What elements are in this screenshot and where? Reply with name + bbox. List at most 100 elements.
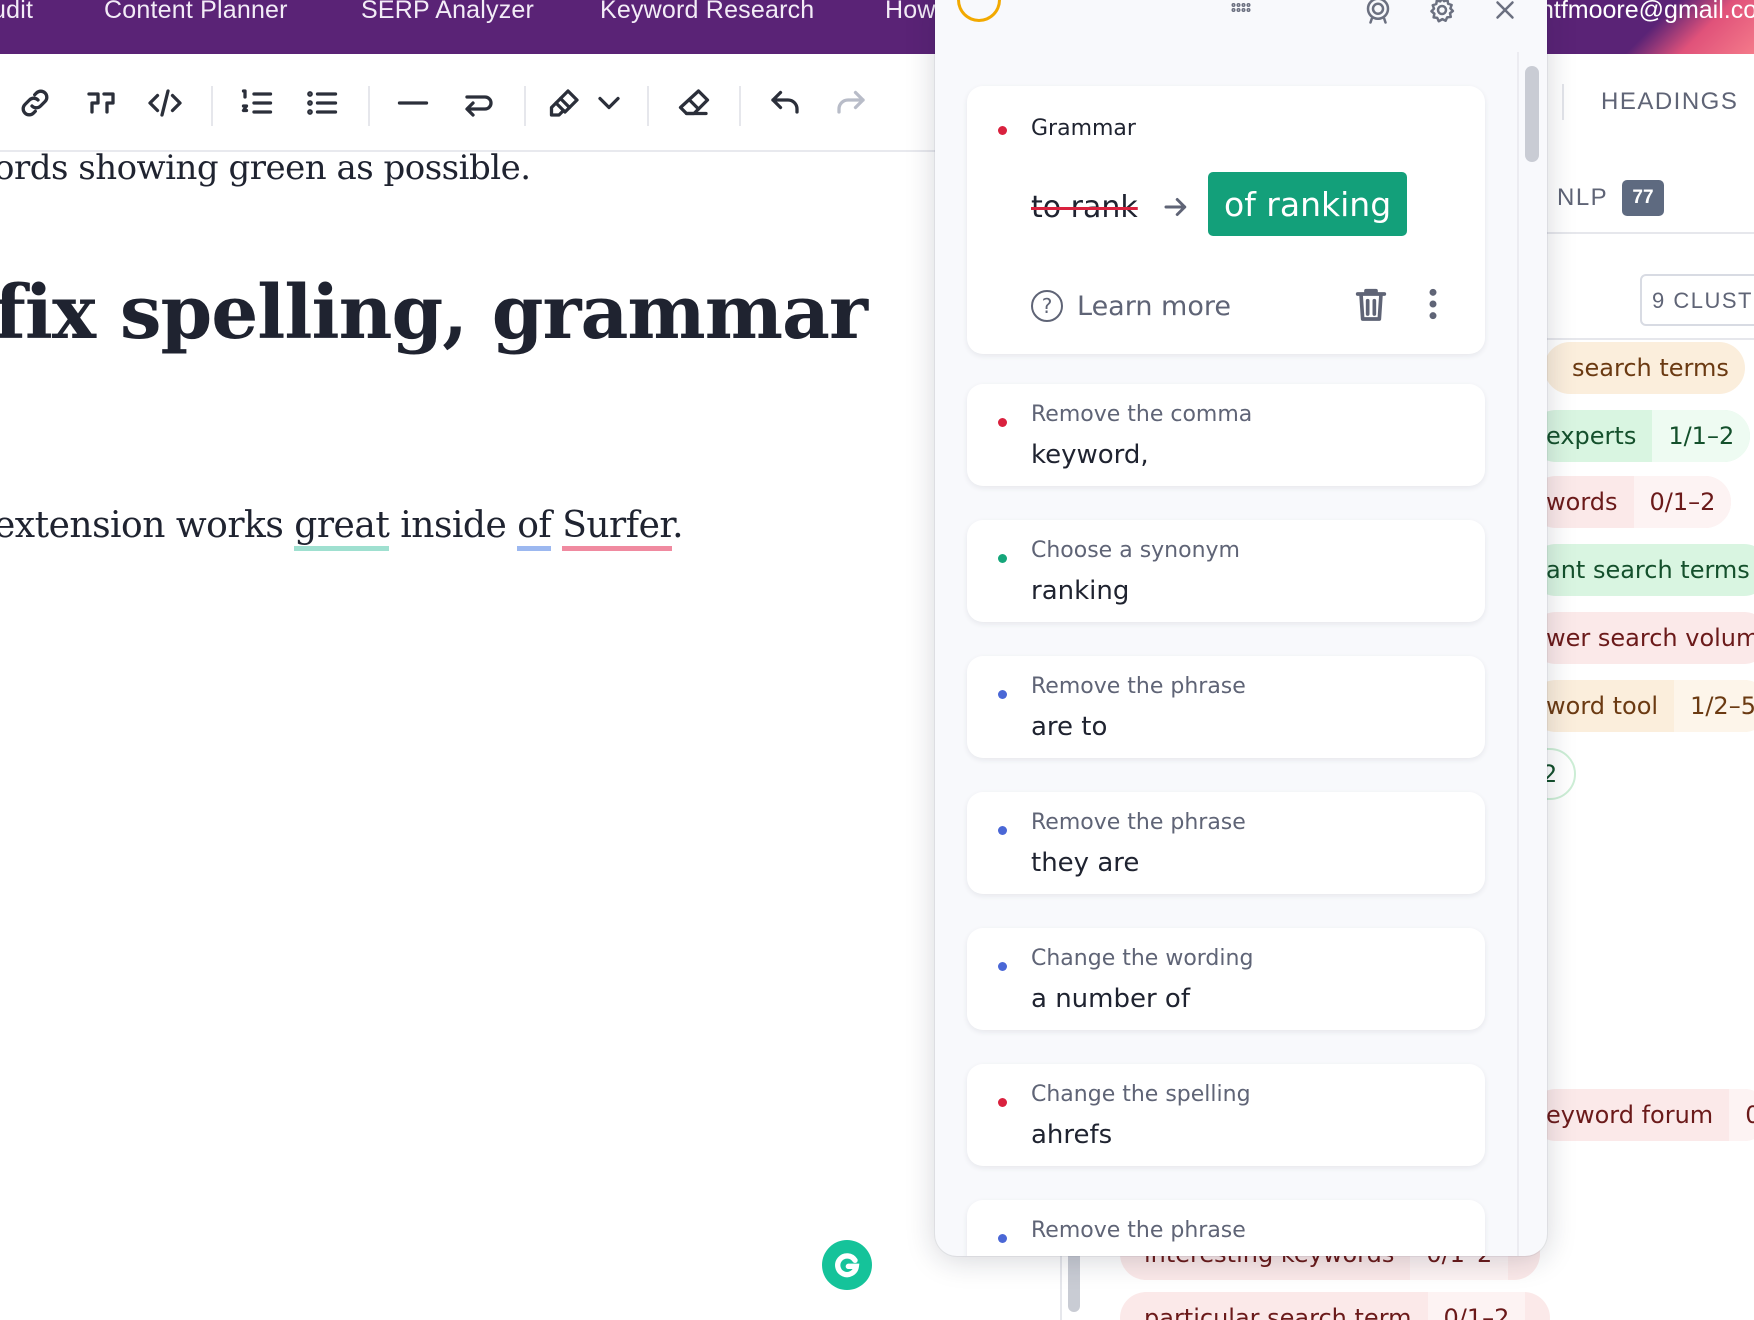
score-badge[interactable]: 77 <box>957 0 1001 22</box>
suggestion-card[interactable]: Change the spelling ahrefs <box>967 1064 1485 1166</box>
term-chip[interactable]: words 0/1–2 <box>1530 476 1732 528</box>
ordered-list-icon[interactable] <box>234 80 280 126</box>
term-count: 0/1–2 <box>1427 1292 1526 1320</box>
suggestion-category: Remove the phrase <box>1031 1218 1246 1243</box>
severity-dot <box>998 418 1007 427</box>
arrow-right-icon <box>1161 192 1191 222</box>
close-icon[interactable] <box>1485 0 1525 30</box>
chevron-down-icon[interactable] <box>586 80 632 126</box>
term-chip[interactable]: eyword forum 0 <box>1530 1089 1754 1141</box>
suggestion-text: a number of <box>1031 984 1190 1014</box>
eraser-icon[interactable] <box>671 80 717 126</box>
severity-dot <box>998 1234 1007 1243</box>
term-chip[interactable]: ant search terms <box>1530 544 1754 596</box>
grammarly-button[interactable] <box>822 1240 872 1290</box>
toolbar-divider <box>368 86 370 126</box>
toolbar-divider <box>647 86 649 126</box>
suggestion-card-expanded[interactable]: Grammar to rank of ranking ? Learn more <box>967 86 1485 354</box>
grammarly-g-icon <box>835 1253 860 1278</box>
panel-header: 77 <box>935 0 1547 42</box>
suggestion-category: Grammar <box>1031 116 1136 141</box>
nav-keyword-research[interactable]: Keyword Research <box>600 0 814 25</box>
suggestion-card[interactable]: Change the wording a number of <box>967 928 1485 1030</box>
editor-paragraph[interactable]: extension works great inside of Surfer. <box>0 505 684 551</box>
term-count: 0/1–2 <box>1633 476 1732 528</box>
redo-icon[interactable] <box>828 80 874 126</box>
suggestion-text: they are <box>1031 848 1140 878</box>
term-text: word tool <box>1546 692 1659 720</box>
toolbar-divider <box>524 86 526 126</box>
nav-audit[interactable]: udit <box>0 0 33 25</box>
term-text: search terms <box>1572 354 1729 382</box>
editor-paragraph[interactable]: ords showing green as possible. <box>0 148 531 188</box>
term-chip[interactable]: search terms <box>1544 342 1745 394</box>
severity-dot <box>998 554 1007 563</box>
suggestion-card[interactable]: Remove the phrase are to <box>967 656 1485 758</box>
nav-content-planner[interactable]: Content Planner <box>104 0 288 25</box>
underlined-word-correctness[interactable]: Surfer <box>562 505 673 551</box>
text-run: . <box>672 505 684 546</box>
bullet-list-icon[interactable] <box>299 80 345 126</box>
editor-toolbar <box>0 54 940 152</box>
sidebar-scrollbar[interactable] <box>1068 1250 1080 1312</box>
nlp-count-badge: 77 <box>1622 180 1664 216</box>
learn-more-label: Learn more <box>1077 290 1231 322</box>
link-icon[interactable] <box>12 80 58 126</box>
suggestion-text: ranking <box>1031 576 1130 606</box>
nlp-label: NLP <box>1557 184 1609 211</box>
text-run <box>551 505 562 546</box>
more-options-icon[interactable] <box>1413 284 1453 324</box>
grammarly-panel: 77 Grammar to rank of ranking ? Learn mo… <box>935 0 1547 1256</box>
tab-headings[interactable]: HEADINGS <box>1601 88 1738 116</box>
term-text: eyword forum <box>1546 1101 1714 1129</box>
term-chip[interactable]: wer search volum <box>1530 612 1754 664</box>
term-text: experts <box>1546 422 1637 450</box>
settings-gear-icon[interactable] <box>1422 0 1462 30</box>
suggestion-card[interactable]: Remove the comma keyword, <box>967 384 1485 486</box>
suggestion-card[interactable]: Remove the phrase they are <box>967 792 1485 894</box>
suggestion-text: ahrefs <box>1031 1120 1113 1150</box>
drag-handle-icon[interactable] <box>1221 0 1261 30</box>
term-chip[interactable]: experts 1/1–2 <box>1530 410 1751 462</box>
nav-how[interactable]: How <box>885 0 936 25</box>
sidebar-edge <box>1060 1250 1062 1320</box>
dismiss-trash-icon[interactable] <box>1351 284 1391 324</box>
line-break-icon[interactable] <box>456 80 502 126</box>
severity-dot <box>998 826 1007 835</box>
suggestion-card[interactable]: Remove the phrase <box>967 1200 1485 1256</box>
horizontal-rule-icon[interactable] <box>390 80 436 126</box>
text-run: inside <box>389 505 518 546</box>
learn-more-link[interactable]: ? Learn more <box>1031 290 1231 322</box>
nav-serp-analyzer[interactable]: SERP Analyzer <box>361 0 534 25</box>
suggestion-text: are to <box>1031 712 1108 742</box>
sidebar-divider <box>1545 232 1754 234</box>
suggestion-text: keyword, <box>1031 440 1149 470</box>
severity-dot <box>998 126 1007 135</box>
underlined-word-clarity[interactable]: of <box>517 505 552 551</box>
term-text: particular search term <box>1144 1304 1412 1320</box>
toolbar-divider <box>739 86 741 126</box>
text-run: extension works <box>0 505 295 546</box>
underlined-word-synonym[interactable]: great <box>294 505 390 551</box>
tab-divider <box>1562 84 1564 120</box>
goals-target-icon[interactable] <box>1358 0 1398 30</box>
quote-icon[interactable] <box>78 80 124 126</box>
account-email[interactable]: ntfmoore@gmail.co <box>1540 0 1754 25</box>
suggestion-category: Choose a synonym <box>1031 538 1240 563</box>
original-text: to rank <box>1031 190 1138 225</box>
code-icon[interactable] <box>142 80 188 126</box>
suggestion-card[interactable]: Choose a synonym ranking <box>967 520 1485 622</box>
clusters-button[interactable]: 9 CLUSTERS <box>1640 274 1754 326</box>
term-count: 1/1–2 <box>1652 410 1751 462</box>
term-chip[interactable]: word tool 1/2–5 <box>1530 680 1754 732</box>
suggestion-category: Remove the phrase <box>1031 810 1246 835</box>
term-chip[interactable]: particular search term 0/1–2 <box>1120 1292 1550 1320</box>
suggestion-category: Change the wording <box>1031 946 1254 971</box>
severity-dot <box>998 690 1007 699</box>
editor-heading[interactable]: fix spelling, grammar <box>0 270 868 356</box>
accept-suggestion-button[interactable]: of ranking <box>1208 172 1408 236</box>
format-brush-icon[interactable] <box>542 80 588 126</box>
panel-scrollbar[interactable] <box>1525 66 1539 162</box>
term-count: 1/2–5 <box>1674 680 1754 732</box>
undo-icon[interactable] <box>762 80 808 126</box>
